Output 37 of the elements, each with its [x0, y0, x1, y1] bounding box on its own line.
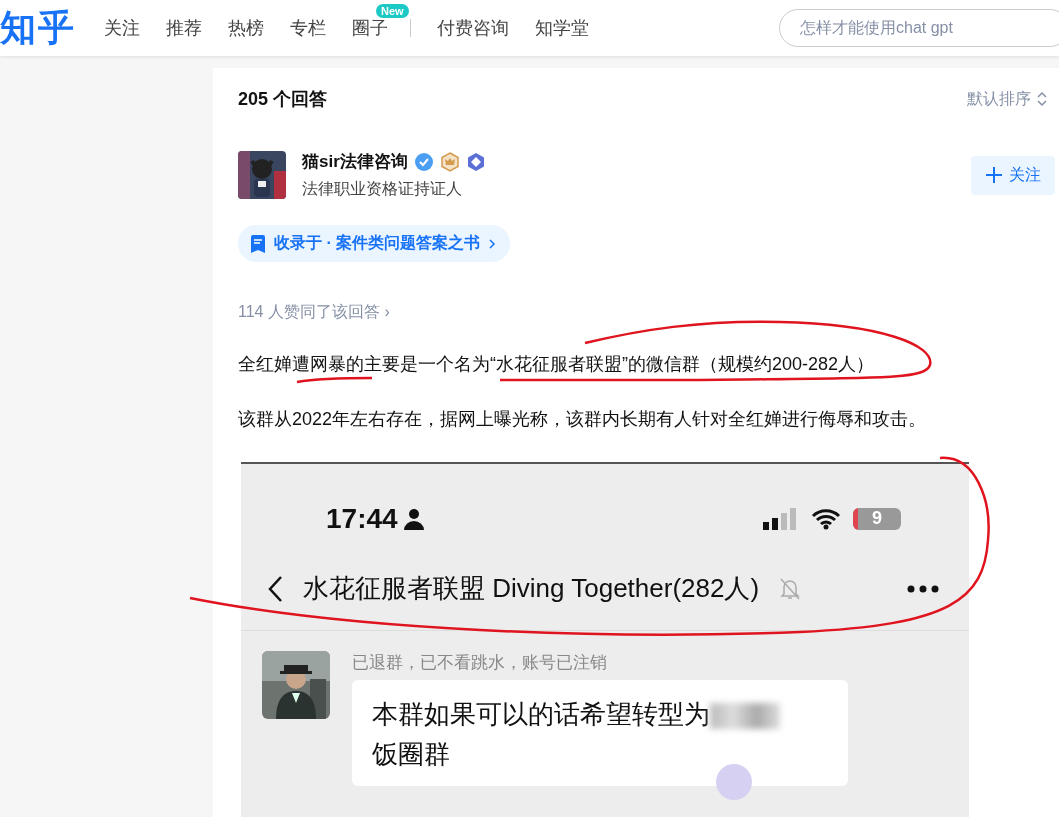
author-name[interactable]: 猫sir法律咨询 — [302, 150, 408, 173]
muted-bell-icon — [779, 576, 802, 601]
nav-tab[interactable]: 推荐 — [166, 16, 202, 40]
answer-count: 205 个回答 — [238, 88, 328, 111]
floating-dot — [716, 763, 752, 800]
back-icon — [267, 574, 283, 603]
new-badge: New — [376, 4, 409, 18]
battery-indicator: 9 — [853, 507, 901, 530]
nav-tab[interactable]: 热榜 — [228, 16, 264, 40]
signal-icon — [763, 507, 799, 530]
bookmark-icon — [250, 234, 266, 253]
search-field[interactable]: 怎样才能使用chat gpt — [779, 9, 1059, 47]
more-icon — [907, 584, 939, 593]
wifi-icon — [811, 507, 841, 530]
follow-button[interactable]: 关注 — [971, 155, 1055, 195]
nav-tab[interactable]: 专栏 — [290, 16, 326, 40]
status-time: 17:44 — [326, 502, 398, 535]
author-headline: 法律职业资格证持证人 — [302, 179, 463, 199]
nav-tab[interactable]: 知学堂 — [535, 16, 589, 40]
person-icon — [403, 507, 424, 530]
verified-icon — [413, 151, 434, 172]
message-text: 饭圈群 — [372, 738, 450, 769]
crown-badge-icon — [439, 151, 460, 172]
message-text: 本群如果可以的话希望转型为 — [372, 698, 710, 729]
plus-icon — [985, 166, 1003, 184]
collection-link[interactable]: 收录于 · 案件类问题答案之书 — [238, 225, 511, 262]
blurred-text — [710, 702, 780, 729]
nav-tab[interactable]: 付费咨询 — [437, 16, 509, 40]
answer-paragraph: 该群从2022年左右存在，据网上曝光称，该群内长期有人针对全红婵进行侮辱和攻击。 — [238, 408, 928, 432]
nav-tab[interactable]: 关注 — [104, 16, 140, 40]
chat-title: 水花征服者联盟 Diving Together(282人) — [303, 572, 760, 606]
chevron-icon — [488, 237, 497, 250]
diamond-badge-icon — [465, 151, 486, 172]
sender-name: 已退群，已不看跳水，账号已注销 — [352, 651, 608, 674]
sort-icon — [1037, 91, 1047, 107]
answer-paragraph: 全红婵遭网暴的主要是一个名为“水花征服者联盟”的微信群（规模约200-282人） — [238, 353, 876, 376]
nav-tab[interactable]: 圈子 — [352, 16, 388, 40]
